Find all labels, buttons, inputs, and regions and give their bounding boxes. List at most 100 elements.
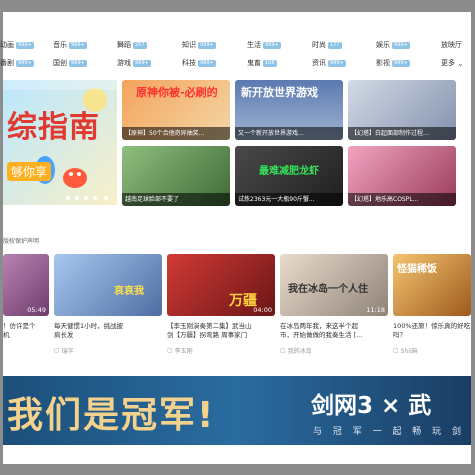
featured-card[interactable]: 新开放世界游戏 又一个新开放世界游戏...	[235, 80, 343, 140]
author-name: 瑞字	[61, 348, 74, 355]
author-name: 我的冰岛	[287, 348, 312, 355]
featured-card[interactable]: 【幻塔】地乐高COSPL...	[348, 146, 456, 206]
category-badge: 999+	[69, 41, 87, 49]
category-label: 放映厅	[441, 41, 462, 49]
section-label: 版权保护声明	[3, 238, 40, 245]
video-author[interactable]: ▢ 我的冰岛	[280, 346, 312, 355]
video-duration: 04:00	[253, 306, 272, 314]
ad-brand: 剑网3 × 武	[311, 393, 432, 419]
up-icon: ▢	[393, 347, 399, 354]
video-title-line: 100%还原！惊乐真的好吃	[393, 322, 471, 330]
video-thumb-text: 我在冰岛一个人住	[288, 284, 368, 295]
category-item-music[interactable]: 音乐 999+	[53, 40, 87, 50]
featured-title: 【幻塔】白起面部制作过程...	[348, 127, 456, 140]
video-title-line: 市，开始做做的我奏生活 [...	[280, 331, 363, 339]
category-label: 动画	[0, 41, 14, 49]
featured-title: 试炼2363元一大瓶90斤蟹...	[235, 193, 343, 206]
category-label: 资讯	[312, 59, 326, 67]
window-bottom-frame	[0, 464, 475, 475]
carousel-dot[interactable]	[84, 196, 88, 200]
video-title-line: ！仿许是个	[3, 322, 36, 330]
banner-subtitle: 够你享	[7, 162, 52, 181]
category-label: 生活	[247, 41, 261, 49]
window-right-frame	[471, 0, 475, 475]
category-badge: 999+	[198, 59, 216, 67]
video-thumbnail[interactable]: 万疆 04:00	[167, 254, 275, 316]
video-title-line: 吗？	[393, 331, 406, 339]
category-item-news[interactable]: 资讯 999+	[312, 58, 346, 68]
category-label: 游戏	[117, 59, 131, 67]
category-badge: 999+	[133, 59, 151, 67]
up-icon: ▢	[54, 347, 60, 354]
category-item-entertainment[interactable]: 娱乐 999+	[376, 40, 410, 50]
up-icon: ▢	[167, 347, 173, 354]
video-duration: 05:49	[27, 306, 46, 314]
category-item-guichu[interactable]: 鬼畜 108	[247, 58, 277, 68]
author-name: 李玉刚	[174, 348, 193, 355]
category-badge: 999+	[198, 41, 216, 49]
category-item-bangumi[interactable]: 番剧 999+	[0, 58, 34, 68]
category-label: 娱乐	[376, 41, 390, 49]
video-author[interactable]: ▢ 瑞字	[54, 346, 74, 355]
category-item-knowledge[interactable]: 知识 999+	[182, 40, 216, 50]
category-badge: 177	[328, 41, 342, 49]
category-label: 科技	[182, 59, 196, 67]
featured-thumb-text: 最难减肥龙虾	[259, 166, 319, 177]
author-name: Shil麻	[400, 348, 418, 355]
featured-card[interactable]: 最难减肥龙虾 试炼2363元一大瓶90斤蟹...	[235, 146, 343, 206]
ad-slogan: 与 冠 军 一 起 畅 玩 剑	[313, 427, 466, 437]
video-thumbnail[interactable]: 我在冰岛一个人住 11:18	[280, 254, 388, 316]
category-label: 国创	[53, 59, 67, 67]
category-item-guochuang[interactable]: 国创 999+	[53, 58, 87, 68]
category-label: 音乐	[53, 41, 67, 49]
video-title[interactable]: 100%还原！惊乐真的好吃 吗？	[393, 322, 471, 340]
video-author[interactable]: ▢ Shil麻	[393, 346, 418, 355]
video-title[interactable]: ！仿许是个机	[3, 322, 49, 340]
up-icon: ▢	[280, 347, 286, 354]
featured-card[interactable]: 原神你被-必刷的 【原神】50个合他奇异抽奖...	[122, 80, 230, 140]
video-title[interactable]: 【李玉刚演奏第二集】武当山 剑【万疆】拐弯路 周事家门	[167, 322, 275, 340]
category-label: 知识	[182, 41, 196, 49]
video-title-line: 每天健惯1小时，挑战披	[54, 322, 124, 330]
chevron-down-icon: ⌄	[457, 58, 464, 68]
category-badge: 999+	[392, 41, 410, 49]
category-item-tech[interactable]: 科技 999+	[182, 58, 216, 68]
featured-title: 又一个新开放世界游戏...	[235, 127, 343, 140]
featured-card[interactable]: 越南足球脸部不要了	[122, 146, 230, 206]
category-item-game[interactable]: 游戏 999+	[117, 58, 151, 68]
carousel-dot[interactable]	[93, 196, 97, 200]
category-item-dance[interactable]: 舞蹈 257	[117, 40, 147, 50]
video-title-line: 剑【万疆】拐弯路 周事家门	[167, 331, 248, 339]
category-item-film[interactable]: 影视 999+	[376, 58, 410, 68]
category-item-animation[interactable]: 动画 999+	[0, 40, 34, 50]
video-thumbnail[interactable]: 05:49	[3, 254, 49, 316]
video-title[interactable]: 每天健惯1小时，挑战披 肩长发	[54, 322, 162, 340]
video-thumbnail[interactable]: 哀哀我	[54, 254, 162, 316]
video-title[interactable]: 在冰岛两年我，来这半个超 市，开始做做的我奏生活 [...	[280, 322, 388, 340]
category-label: 鬼畜	[247, 59, 261, 67]
carousel-dot[interactable]	[104, 196, 108, 200]
carousel-dot[interactable]	[66, 196, 70, 200]
category-label: 番剧	[0, 59, 14, 67]
featured-card[interactable]: 【幻塔】白起面部制作过程...	[348, 80, 456, 140]
category-item-life[interactable]: 生活 999+	[247, 40, 281, 50]
category-badge: 999+	[16, 41, 34, 49]
category-item-more[interactable]: 更多 ⌄	[441, 58, 464, 68]
ad-headline: 我们是冠军!	[7, 395, 216, 436]
category-item-fashion[interactable]: 时尚 177	[312, 40, 342, 50]
video-title-line: 【李玉刚演奏第二集】武当山	[167, 322, 252, 330]
ad-banner[interactable]: 我们是冠军! 剑网3 × 武 与 冠 军 一 起 畅 玩 剑	[3, 376, 471, 445]
featured-thumb-text: 原神你被-必刷的	[136, 86, 218, 99]
category-item-cinema[interactable]: 放映厅	[441, 40, 462, 50]
category-badge: 999+	[16, 59, 34, 67]
category-badge: 999+	[392, 59, 410, 67]
category-label: 舞蹈	[117, 41, 131, 49]
banner-title: 综指南	[7, 110, 100, 145]
carousel-dot[interactable]	[75, 196, 79, 200]
video-title-line: 在冰岛两年我，来这半个超	[280, 322, 358, 330]
video-author[interactable]: ▢ 李玉刚	[167, 346, 193, 355]
banner-carousel[interactable]: 综指南 够你享	[3, 80, 117, 205]
video-title-line: 机	[3, 331, 10, 339]
video-thumbnail[interactable]: 怪猫稀饭	[393, 254, 471, 316]
video-duration: 11:18	[366, 306, 385, 314]
